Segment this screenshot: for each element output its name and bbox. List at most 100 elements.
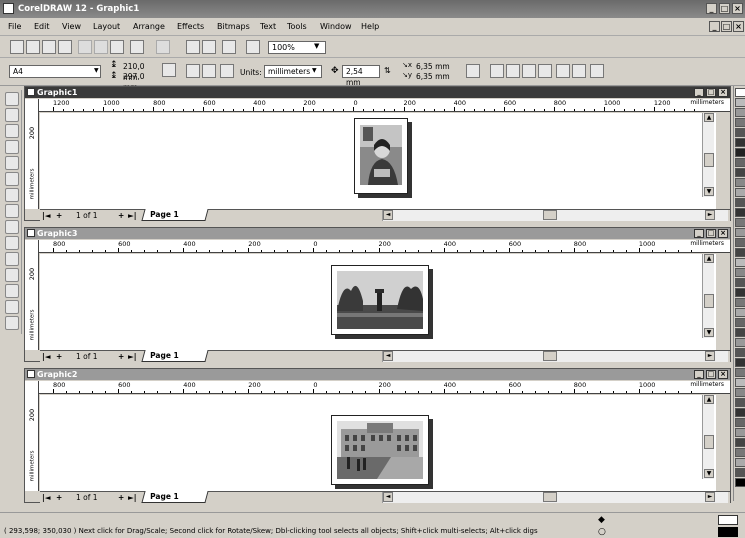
page-layout-icon[interactable] [220,64,234,78]
cut-icon[interactable] [78,40,92,54]
last-page-icon[interactable]: ►| [128,211,137,220]
spinner-icon[interactable] [162,63,176,77]
swatch[interactable] [735,118,745,127]
paper-height-field[interactable]: 297,0 mm [120,71,160,92]
scroll-thumb[interactable] [543,351,557,361]
outline-tool-icon[interactable] [5,284,19,298]
swatch-white[interactable] [735,88,745,97]
swatch[interactable] [735,148,745,157]
snap-to-objects-icon[interactable] [522,64,536,78]
spinner-icon[interactable] [466,64,480,78]
swatch[interactable] [735,438,745,447]
vertical-scrollbar[interactable]: ▲ ▼ [702,254,714,338]
first-page-icon[interactable]: |◄ [42,352,51,361]
portrait-icon[interactable] [186,64,200,78]
vertical-scrollbar[interactable]: ▲ ▼ [702,395,714,479]
menu-arrange[interactable]: Arrange [133,22,165,31]
close-button[interactable]: × [732,3,743,14]
copy-icon[interactable] [94,40,108,54]
horizontal-scrollbar[interactable]: ◄ ► [382,492,728,503]
swatch[interactable] [735,178,745,187]
scroll-up-icon[interactable]: ▲ [704,395,714,404]
swatch[interactable] [735,418,745,427]
doc-close-button[interactable]: × [733,21,744,32]
close-button[interactable]: × [718,88,728,97]
page-frame[interactable] [354,118,408,194]
chevron-down-icon[interactable]: ▼ [94,67,99,74]
freehand-tool-icon[interactable] [5,140,19,154]
menu-layout[interactable]: Layout [93,22,120,31]
menu-effects[interactable]: Effects [177,22,204,31]
menu-tools[interactable]: Tools [287,22,307,31]
open-icon[interactable] [26,40,40,54]
rectangle-tool-icon[interactable] [5,172,19,186]
ellipse-tool-icon[interactable] [5,188,19,202]
horizontal-scrollbar[interactable]: ◄ ► [382,210,728,221]
page-frame[interactable] [331,265,429,335]
scroll-up-icon[interactable]: ▲ [704,254,714,263]
swatch[interactable] [735,368,745,377]
first-page-icon[interactable]: |◄ [42,211,51,220]
scroll-left-icon[interactable]: ◄ [383,492,393,502]
portrait-photo[interactable] [360,125,402,185]
scroll-right-icon[interactable]: ► [705,351,715,361]
corel-online-icon[interactable] [246,40,260,54]
swatch[interactable] [735,458,745,467]
paste-icon[interactable] [110,40,124,54]
duplicate-x-field[interactable]: 6,35 mm [413,61,451,71]
scroll-up-icon[interactable]: ▲ [704,113,714,122]
menu-view[interactable]: View [62,22,81,31]
nudge-distance-field[interactable]: 2,54 mm [342,65,380,87]
import-icon[interactable] [186,40,200,54]
next-page-icon[interactable]: + [118,493,124,502]
page-frame[interactable] [331,415,429,485]
swatch[interactable] [735,168,745,177]
maximize-button[interactable]: □ [706,88,716,97]
drawing-canvas[interactable]: ▲ ▼ [40,254,716,350]
doc-restore-button[interactable]: □ [721,21,732,32]
draw-outline-icon[interactable] [572,64,586,78]
prev-page-icon[interactable]: + [56,352,62,361]
minimize-button[interactable]: _ [694,88,704,97]
swatch[interactable] [735,468,745,477]
swatch[interactable] [735,308,745,317]
next-page-icon[interactable]: + [118,211,124,220]
menu-window[interactable]: Window [320,22,352,31]
swatch[interactable] [735,218,745,227]
swatch[interactable] [735,208,745,217]
swatch[interactable] [735,388,745,397]
page-tab[interactable]: Page 1 [141,209,209,221]
redo-icon[interactable] [156,40,170,54]
minimize-button[interactable]: _ [694,370,704,379]
swatch[interactable] [735,98,745,107]
menu-bitmaps[interactable]: Bitmaps [217,22,250,31]
save-icon[interactable] [42,40,56,54]
swatch[interactable] [735,378,745,387]
eyedropper-icon[interactable] [5,268,19,282]
park-photo[interactable] [337,271,423,329]
swatch[interactable] [735,288,745,297]
prev-page-icon[interactable]: + [56,493,62,502]
chevron-down-icon[interactable]: ▼ [312,67,317,74]
swatch[interactable] [735,318,745,327]
swatch[interactable] [735,398,745,407]
menu-file[interactable]: File [8,22,21,31]
paper-type-select[interactable]: A4 [9,65,101,78]
vertical-scrollbar[interactable]: ▲ ▼ [702,113,714,197]
treat-as-filled-icon[interactable] [556,64,570,78]
scroll-down-icon[interactable]: ▼ [704,187,714,196]
swatch[interactable] [735,298,745,307]
minimize-button[interactable]: _ [706,3,717,14]
menu-text[interactable]: Text [260,22,276,31]
doc-minimize-button[interactable]: _ [709,21,720,32]
scroll-thumb[interactable] [704,153,714,167]
menu-help[interactable]: Help [361,22,379,31]
swatch[interactable] [735,248,745,257]
scroll-right-icon[interactable]: ► [705,210,715,220]
shape-tool-icon[interactable] [5,108,19,122]
swatch[interactable] [735,188,745,197]
dynamic-guides-icon[interactable] [538,64,552,78]
drawing-canvas[interactable]: ▲ ▼ [40,113,716,209]
scroll-down-icon[interactable]: ▼ [704,469,714,478]
basic-shapes-icon[interactable] [5,220,19,234]
